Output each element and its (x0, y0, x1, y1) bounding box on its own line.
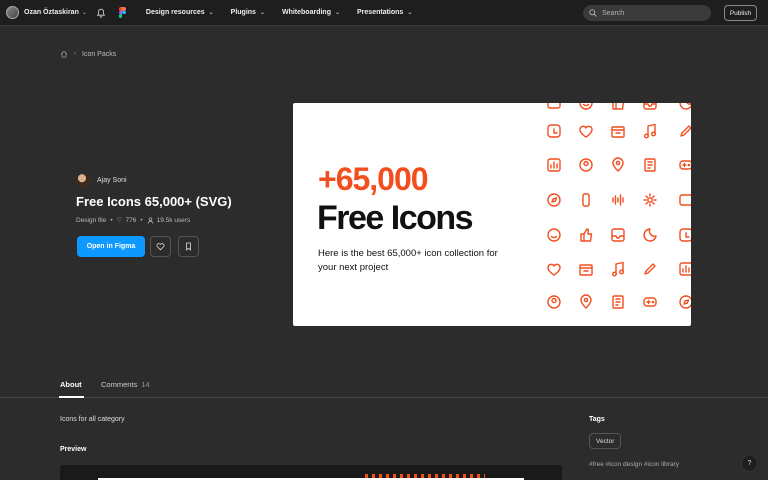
cover-decor-icon (547, 295, 561, 309)
chevron-down-icon: ⌄ (81, 10, 87, 16)
bookmark-button[interactable] (178, 236, 199, 257)
open-in-figma-button[interactable]: Open in Figma (77, 236, 145, 257)
chevron-down-icon: ⌄ (259, 10, 265, 16)
heart-icon (156, 243, 165, 251)
cover-decor-icon (679, 262, 691, 276)
cover-decor-icon (547, 158, 561, 172)
nav-label: Whiteboarding (281, 9, 331, 16)
cover-decor-icon (580, 228, 593, 242)
preview-image (60, 465, 562, 480)
author-avatar (76, 173, 91, 188)
cover-decor-icon (547, 228, 561, 242)
cover-decor-icon (612, 194, 624, 206)
cover-image: +65,000 Free Icons Here is the best 65,0… (293, 103, 691, 326)
file-type: Design file (76, 216, 107, 224)
cover-decor-icon (612, 103, 625, 110)
separator-dot: • (140, 216, 143, 224)
cover-decor-icon (580, 294, 592, 309)
tag-links[interactable]: #free #icon design #icon library (589, 461, 679, 468)
search-input[interactable]: Search (583, 5, 711, 21)
author[interactable]: Ajay Soni (76, 173, 127, 188)
cover-decor-icon (643, 297, 657, 307)
chevron-right-icon: › (74, 51, 76, 57)
cover-decor-icon (644, 158, 656, 172)
cover-decor-icon (547, 103, 561, 109)
nav-presentations[interactable]: Presentations ⌄ (357, 9, 412, 16)
search-placeholder: Search (602, 9, 625, 17)
nav-whiteboarding[interactable]: Whiteboarding ⌄ (282, 9, 340, 16)
cover-decor-icon (643, 103, 657, 110)
user-name: Ozan Öztaskiran (24, 9, 79, 16)
like-count: 776 (125, 216, 137, 224)
cover-decor-icon (612, 295, 624, 309)
home-icon[interactable] (60, 50, 68, 58)
hero-number: +65,000 (318, 161, 429, 197)
cover-decor-icon (679, 194, 691, 206)
nav-plugins[interactable]: Plugins ⌄ (231, 9, 265, 16)
file-meta: Design file • ♡ 776 • 19.5k users (76, 216, 191, 225)
heart-icon: ♡ (116, 217, 123, 224)
cover-decor-icon (582, 193, 590, 207)
cover-decor-icon (679, 228, 691, 242)
tab-bar: About Comments 14 (0, 374, 768, 398)
author-name: Ajay Soni (97, 177, 127, 184)
cover-decor-icon (643, 228, 657, 242)
figma-logo-icon[interactable] (118, 7, 126, 18)
tab-about[interactable]: About (60, 380, 82, 389)
breadcrumb-item-icon-packs[interactable]: Icon Packs (82, 51, 116, 58)
tab-label: About (60, 380, 82, 389)
user-avatar (6, 6, 19, 19)
cover-decor-icon (611, 228, 625, 242)
bell-icon[interactable] (96, 8, 106, 18)
chevron-down-icon: ⌄ (334, 10, 341, 16)
bookmark-icon (186, 242, 191, 251)
user-count: 19.5k users (156, 216, 191, 224)
cover-decor-icon (612, 157, 624, 172)
cover-decor-icon (612, 261, 624, 277)
help-button[interactable]: ? (741, 455, 758, 472)
cover-decor-icon (579, 125, 593, 138)
cover-decor-icon (611, 126, 625, 138)
cover-decor-icon (547, 124, 561, 138)
nav-design-resources[interactable]: Design resources ⌄ (146, 9, 214, 16)
cover-decor-icon (679, 295, 691, 309)
cover-decor-icon (644, 263, 656, 275)
hero-headline: Free Icons (317, 199, 474, 237)
active-tab-indicator (59, 396, 84, 398)
user-icon (147, 216, 153, 224)
cover-decor-icon (643, 193, 657, 207)
cover-decor-icon (680, 125, 691, 137)
cover-decor-icon (547, 263, 561, 276)
description: Icons for all category (60, 416, 125, 423)
tab-comments[interactable]: Comments 14 (101, 380, 150, 389)
publish-button[interactable]: Publish (724, 5, 757, 21)
nav-label: Plugins (230, 9, 256, 16)
nav-label: Design resources (145, 9, 205, 16)
file-title: Free Icons 65,000+ (SVG) (76, 194, 232, 209)
separator-dot: • (110, 216, 113, 224)
tab-label: Comments (101, 380, 138, 389)
chevron-down-icon: ⌄ (208, 10, 214, 16)
user-menu[interactable]: Ozan Öztaskiran ⌄ (6, 6, 87, 19)
cover-decor-icon (579, 103, 593, 110)
preview-accent (365, 474, 485, 478)
tag-chip-vector[interactable]: Vector (589, 433, 622, 449)
cover-decor-icon (644, 123, 656, 139)
top-bar: Ozan Öztaskiran ⌄ Design resources ⌄ Plug… (0, 0, 768, 26)
hero-subtext: Here is the best 65,000+ icon collection… (318, 248, 498, 273)
tags-heading: Tags (589, 416, 605, 423)
cover-decor-icon (579, 158, 593, 172)
search-icon (589, 9, 597, 17)
cover-decor-icon (579, 264, 593, 276)
main-nav: Design resources ⌄ Plugins ⌄ Whiteboarding… (146, 9, 429, 16)
preview-heading: Preview (60, 446, 87, 453)
cover-decor-icon (679, 160, 691, 170)
nav-label: Presentations (357, 9, 404, 16)
like-button[interactable] (150, 236, 171, 257)
breadcrumb: › Icon Packs (60, 50, 116, 58)
comment-count: 14 (141, 380, 150, 389)
cover-decor-icon (547, 193, 561, 207)
chevron-down-icon: ⌄ (407, 10, 413, 16)
cover-decor-icon (679, 103, 691, 110)
